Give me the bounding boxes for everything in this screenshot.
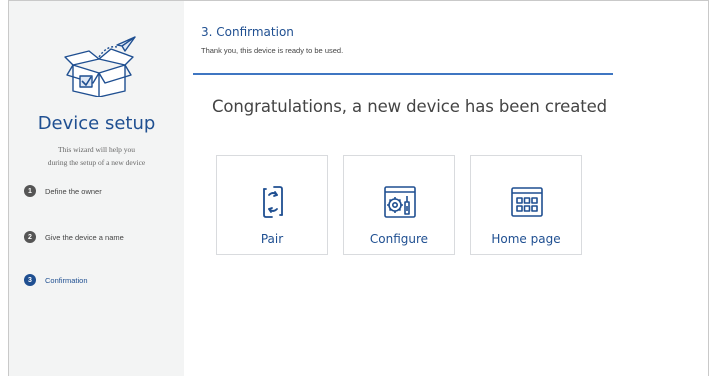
- configure-card[interactable]: Configure: [343, 155, 455, 255]
- step-label: Confirmation: [45, 275, 88, 285]
- wizard-sidebar: Device setup This wizard will help you d…: [9, 1, 184, 376]
- step-give-device-name[interactable]: 2 Give the device a name: [24, 230, 124, 244]
- pair-label: Pair: [260, 232, 284, 246]
- step-number-badge: 1: [24, 185, 36, 197]
- open-box-with-paper-plane-icon: [64, 36, 136, 97]
- configure-label: Configure: [369, 232, 429, 246]
- step-label: Define the owner: [45, 186, 102, 196]
- pair-sync-icon: [263, 186, 283, 218]
- home-page-label: Home page: [491, 232, 561, 246]
- pair-card[interactable]: Pair: [216, 155, 328, 255]
- home-page-card[interactable]: Home page: [470, 155, 582, 255]
- success-heading: Congratulations, a new device has been c…: [212, 97, 608, 116]
- header-divider: [193, 73, 613, 75]
- step-define-owner[interactable]: 1 Define the owner: [24, 184, 102, 198]
- step-label: Give the device a name: [45, 232, 124, 242]
- configure-gear-icon: [384, 186, 416, 218]
- page-subtitle: Thank you, this device is ready to be us…: [201, 46, 344, 55]
- page-title: 3. Confirmation: [201, 25, 294, 39]
- step-confirmation[interactable]: 3 Confirmation: [24, 273, 88, 287]
- home-page-grid-icon: [511, 187, 543, 217]
- sidebar-title: Device setup: [37, 113, 156, 134]
- sidebar-description-line2: during the setup of a new device: [47, 158, 146, 167]
- sidebar-description: This wizard will help you during the set…: [9, 143, 184, 169]
- sidebar-description-line1: This wizard will help you: [57, 145, 136, 154]
- step-number-badge: 3: [24, 274, 36, 286]
- step-number-badge: 2: [24, 231, 36, 243]
